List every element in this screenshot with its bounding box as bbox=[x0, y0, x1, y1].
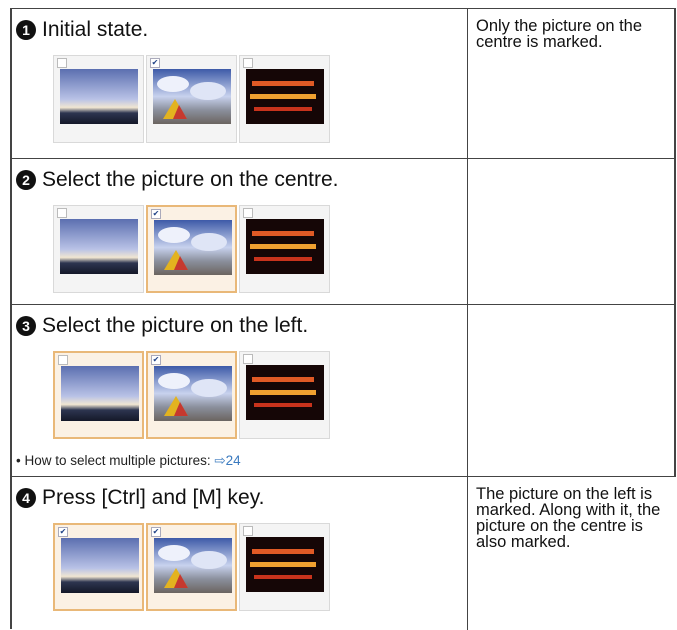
mark-checkbox[interactable] bbox=[243, 208, 253, 218]
step-number-badge: 3 bbox=[16, 316, 36, 336]
mark-checkbox[interactable]: ✔ bbox=[150, 58, 160, 68]
thumbnail-centre[interactable]: ✔ bbox=[146, 351, 237, 439]
thumbnail-centre[interactable]: ✔ bbox=[146, 205, 237, 293]
step-heading: 4 Press [Ctrl] and [M] key. bbox=[16, 486, 265, 510]
step-row-1: 1 Initial state. ✔ Only the picture on t… bbox=[10, 8, 676, 159]
step-cell: 4 Press [Ctrl] and [M] key. ✔ ✔ bbox=[10, 477, 467, 630]
step-cell: 1 Initial state. ✔ bbox=[10, 9, 467, 159]
mark-checkbox[interactable]: ✔ bbox=[151, 527, 161, 537]
thumbnail-centre[interactable]: ✔ bbox=[146, 55, 237, 143]
night-lights-image bbox=[246, 537, 324, 592]
step-number-badge: 1 bbox=[16, 20, 36, 40]
note-cell: Only the picture on the centre is marked… bbox=[467, 9, 676, 159]
thumbnail-centre[interactable]: ✔ bbox=[146, 523, 237, 611]
thumbnail-strip: ✔ bbox=[53, 205, 330, 293]
sunset-sky-image bbox=[61, 538, 139, 593]
night-lights-image bbox=[246, 365, 324, 420]
table-left-border bbox=[10, 8, 12, 629]
step-note: The picture on the left is marked. Along… bbox=[476, 485, 661, 551]
tip-line: • How to select multiple pictures: ⇨24 bbox=[16, 453, 241, 469]
table-right-border bbox=[674, 8, 676, 476]
thumbnail-right[interactable] bbox=[239, 55, 330, 143]
mark-checkbox[interactable] bbox=[243, 58, 253, 68]
tip-bullet: • bbox=[16, 453, 21, 468]
step-heading: 2 Select the picture on the centre. bbox=[16, 168, 339, 192]
sunset-sky-image bbox=[61, 366, 139, 421]
thumbnail-right[interactable] bbox=[239, 351, 330, 439]
clouds-tent-image bbox=[154, 220, 232, 275]
thumbnail-strip: ✔ ✔ bbox=[53, 523, 330, 611]
mark-checkbox[interactable]: ✔ bbox=[58, 527, 68, 537]
mark-checkbox[interactable] bbox=[243, 354, 253, 364]
step-row-2: 2 Select the picture on the centre. ✔ bbox=[10, 158, 676, 305]
step-cell: 2 Select the picture on the centre. ✔ bbox=[10, 159, 467, 305]
thumbnail-strip: ✔ bbox=[53, 55, 330, 143]
step-cell: 3 Select the picture on the left. ✔ • Ho… bbox=[10, 305, 467, 477]
thumbnail-right[interactable] bbox=[239, 205, 330, 293]
step-note: Only the picture on the centre is marked… bbox=[476, 17, 643, 51]
thumbnail-strip: ✔ bbox=[53, 351, 330, 439]
thumbnail-left[interactable] bbox=[53, 205, 144, 293]
clouds-tent-image bbox=[154, 538, 232, 593]
note-cell bbox=[467, 159, 676, 305]
mark-checkbox[interactable] bbox=[57, 208, 67, 218]
step-text: Select the picture on the centre. bbox=[42, 168, 339, 191]
night-lights-image bbox=[246, 219, 324, 274]
step-heading: 1 Initial state. bbox=[16, 18, 148, 42]
clouds-tent-image bbox=[154, 366, 232, 421]
clouds-tent-image bbox=[153, 69, 231, 124]
mark-checkbox[interactable] bbox=[243, 526, 253, 536]
tip-text: How to select multiple pictures: bbox=[24, 453, 215, 468]
thumbnail-right[interactable] bbox=[239, 523, 330, 611]
mark-checkbox[interactable]: ✔ bbox=[151, 355, 161, 365]
thumbnail-left[interactable]: ✔ bbox=[53, 523, 144, 611]
step-text: Select the picture on the left. bbox=[42, 314, 309, 337]
mark-checkbox[interactable] bbox=[58, 355, 68, 365]
step-row-4: 4 Press [Ctrl] and [M] key. ✔ ✔ The pict… bbox=[10, 476, 676, 630]
note-cell bbox=[467, 305, 676, 477]
night-lights-image bbox=[246, 69, 324, 124]
step-text: Press [Ctrl] and [M] key. bbox=[42, 486, 265, 509]
step-text: Initial state. bbox=[42, 18, 149, 41]
step-heading: 3 Select the picture on the left. bbox=[16, 314, 308, 338]
sunset-sky-image bbox=[60, 219, 138, 274]
sunset-sky-image bbox=[60, 69, 138, 124]
page-reference-link[interactable]: ⇨24 bbox=[214, 453, 240, 468]
mark-checkbox[interactable] bbox=[57, 58, 67, 68]
mark-checkbox[interactable]: ✔ bbox=[151, 209, 161, 219]
step-number-badge: 4 bbox=[16, 488, 36, 508]
step-number-badge: 2 bbox=[16, 170, 36, 190]
thumbnail-left[interactable] bbox=[53, 55, 144, 143]
thumbnail-left[interactable] bbox=[53, 351, 144, 439]
note-cell: The picture on the left is marked. Along… bbox=[467, 477, 676, 630]
step-row-3: 3 Select the picture on the left. ✔ • Ho… bbox=[10, 304, 676, 477]
